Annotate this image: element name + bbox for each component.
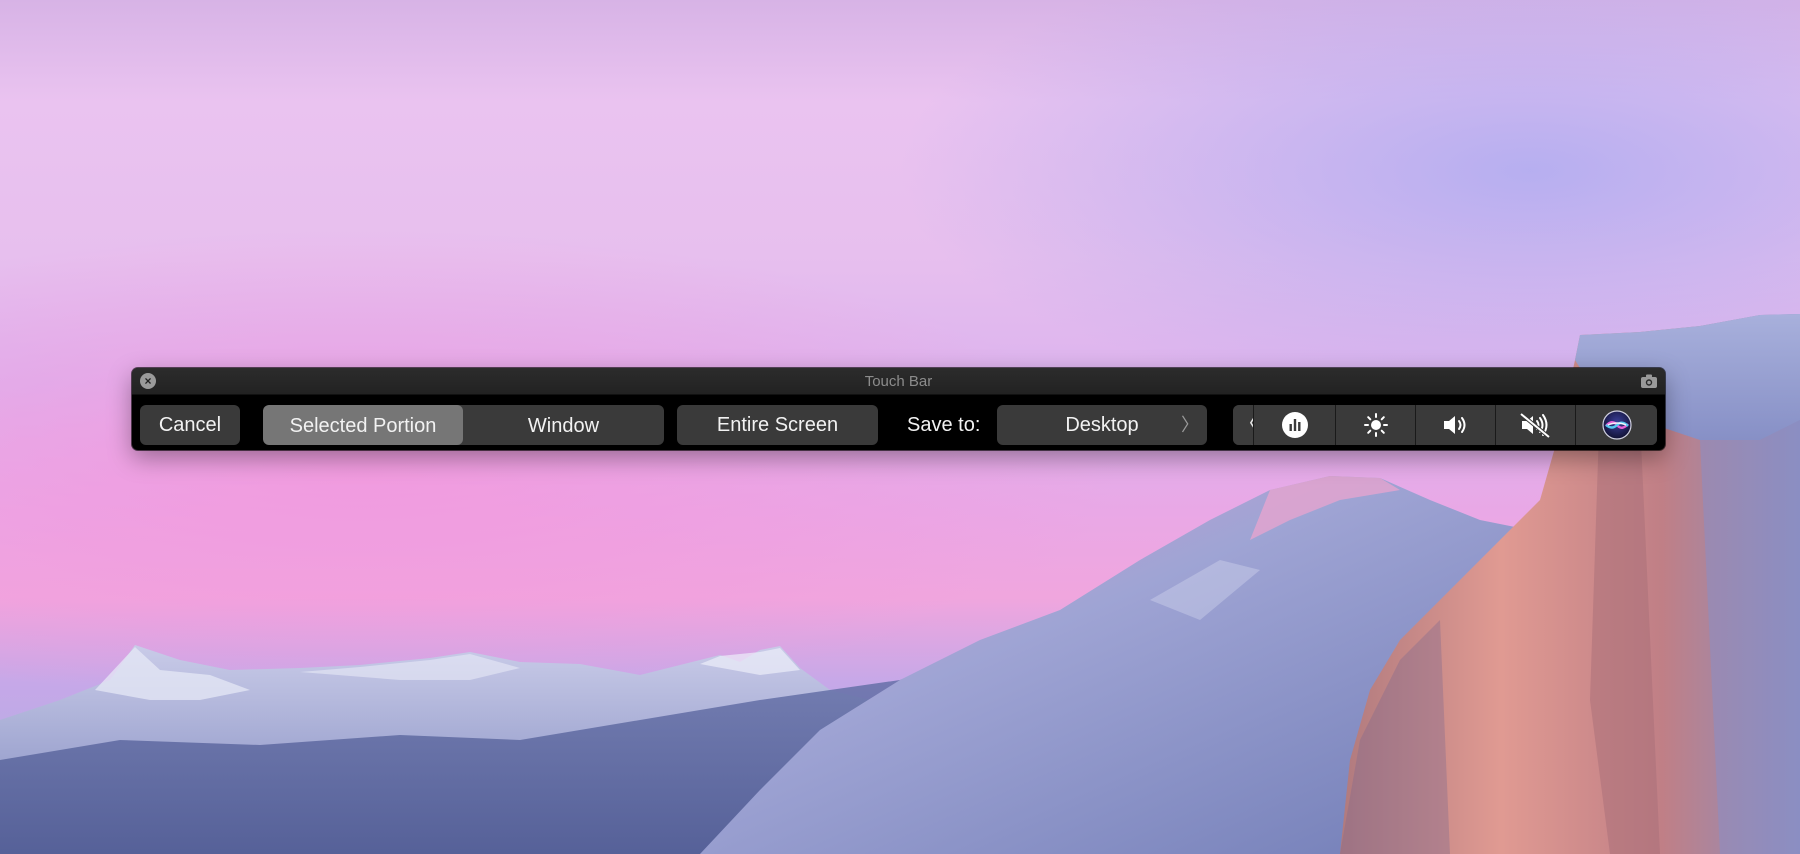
segment-window[interactable]: Window — [463, 405, 664, 445]
window-title: Touch Bar — [864, 373, 933, 390]
cancel-button[interactable]: Cancel — [140, 405, 240, 445]
sun-icon — [1363, 413, 1388, 437]
volume-button[interactable] — [1415, 405, 1495, 445]
analytics-button[interactable] — [1253, 405, 1335, 445]
mute-button[interactable] — [1495, 405, 1575, 445]
desktop-wallpaper: × Touch Bar Cancel Selected Portion Wind… — [0, 0, 1800, 854]
speaker-muted-icon — [1519, 412, 1550, 439]
control-strip: 〈 — [1233, 405, 1657, 445]
capture-mode-segmented-control: Selected Portion Window — [263, 405, 664, 445]
save-destination-button[interactable]: Desktop 〉 — [997, 405, 1207, 445]
save-to-label: Save to: — [907, 414, 981, 436]
entire-screen-button[interactable]: Entire Screen — [677, 405, 878, 445]
segment-selected-portion[interactable]: Selected Portion — [263, 405, 463, 445]
siri-button[interactable] — [1575, 405, 1657, 445]
touch-bar-window: × Touch Bar Cancel Selected Portion Wind… — [132, 368, 1665, 450]
control-strip-collapse-button[interactable]: 〈 — [1233, 405, 1259, 445]
speaker-icon — [1443, 416, 1465, 434]
camera-icon[interactable] — [1639, 372, 1659, 390]
brightness-button[interactable] — [1335, 405, 1415, 445]
siri-icon — [1601, 410, 1632, 440]
touch-bar: Cancel Selected Portion Window Entire Sc… — [132, 395, 1665, 450]
chevron-right-icon: 〉 — [1181, 415, 1199, 435]
save-destination-label: Desktop — [1065, 414, 1139, 436]
bar-chart-icon — [1281, 412, 1308, 438]
title-bar: × Touch Bar — [132, 368, 1665, 395]
